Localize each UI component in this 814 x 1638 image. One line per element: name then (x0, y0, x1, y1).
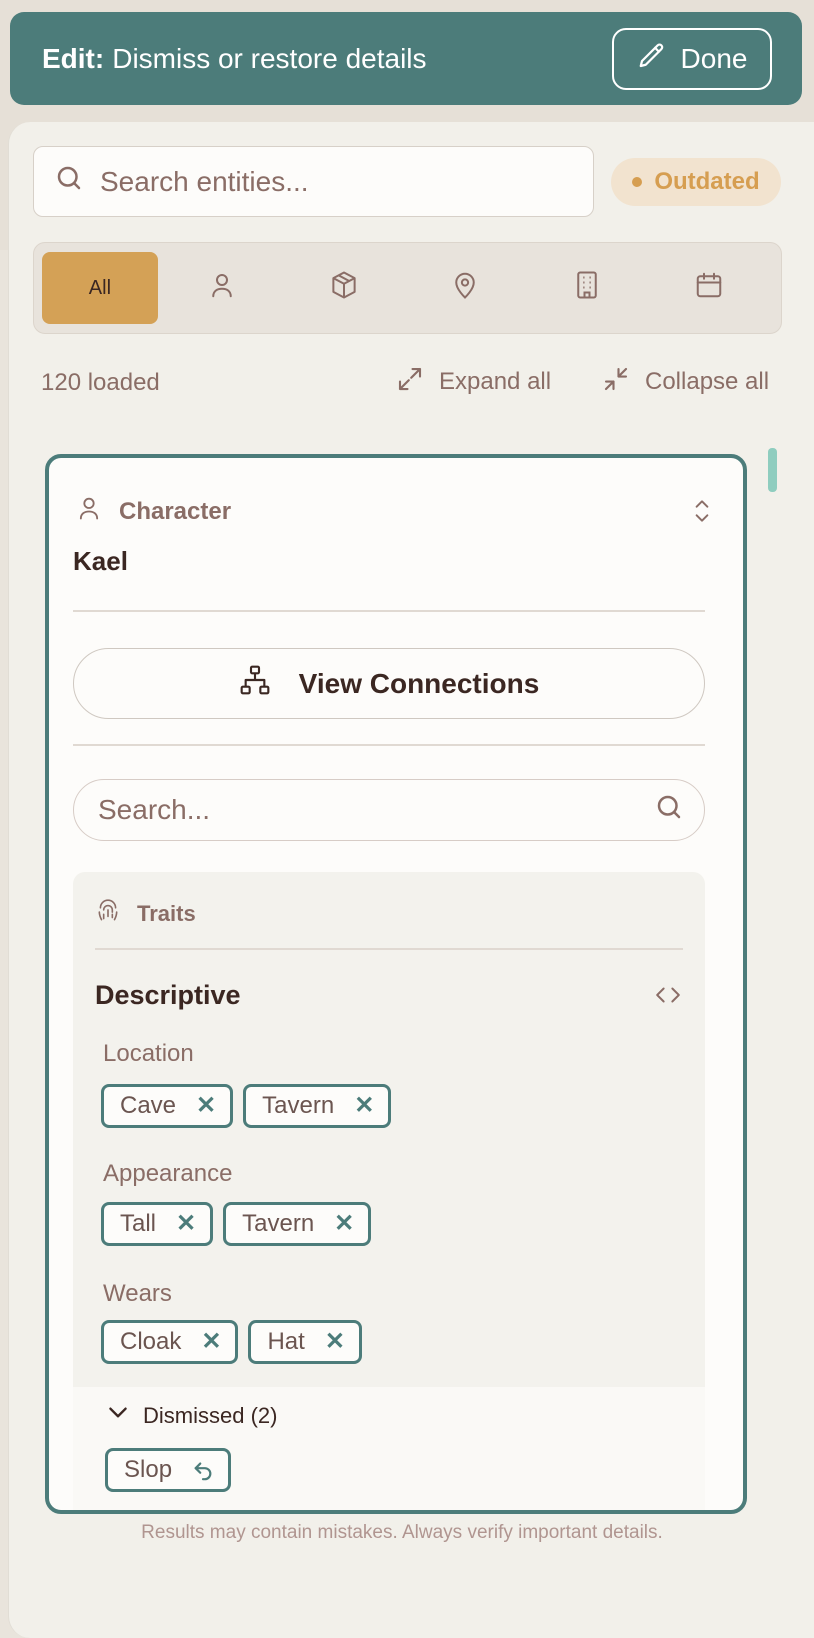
trait-chip: Tall ✕ (101, 1202, 214, 1246)
entity-type-label: Character (119, 497, 232, 525)
building-icon (572, 270, 602, 306)
dismiss-icon[interactable]: ✕ (196, 1094, 216, 1118)
status-dot (632, 177, 643, 187)
search-icon (654, 792, 684, 829)
filter-all-label: All (88, 276, 112, 299)
fingerprint-icon (95, 898, 121, 930)
edit-mode-bar: Edit: Dismiss or restore details Done (10, 12, 802, 105)
entity-type: Character (75, 494, 231, 529)
box-icon (329, 270, 359, 306)
search-placeholder: Search entities... (100, 165, 309, 197)
entity-name: Kael (73, 546, 128, 576)
traits-label: Traits (137, 901, 196, 926)
dismissed-trait-chip: Slop (105, 1448, 232, 1492)
dismissed-label: Dismissed (2) (143, 1403, 278, 1428)
expand-all-button[interactable]: Expand all (395, 360, 551, 404)
chips-wears: Cloak ✕ Hat ✕ (101, 1320, 362, 1364)
done-label: Done (680, 43, 748, 74)
expand-icon (395, 364, 425, 401)
status-badge-label: Outdated (654, 168, 760, 195)
filter-items[interactable] (286, 252, 402, 324)
chip-label: Tavern (242, 1210, 315, 1237)
dismiss-icon[interactable]: ✕ (176, 1212, 196, 1236)
group-label-location: Location (103, 1040, 194, 1067)
chip-label: Cloak (120, 1328, 182, 1355)
map-pin-icon (450, 270, 480, 306)
network-icon (239, 664, 271, 703)
search-icon (54, 163, 84, 200)
calendar-icon (694, 270, 724, 306)
group-label-appearance: Appearance (103, 1160, 233, 1187)
expand-all-label: Expand all (439, 368, 552, 395)
details-search-placeholder: Search... (98, 794, 211, 825)
chip-label: Tall (120, 1210, 157, 1237)
chevron-up-down-icon (689, 500, 715, 530)
entity-card: Character Kael View Connections Search..… (45, 454, 747, 1514)
collapse-all-button[interactable]: Collapse all (601, 360, 769, 404)
status-badge: Outdated (611, 158, 781, 206)
filter-organizations[interactable] (529, 252, 645, 324)
filter-locations[interactable] (407, 252, 523, 324)
scrollbar-thumb[interactable] (768, 448, 777, 492)
code-icon (655, 987, 681, 1010)
traits-section: Traits Descriptive Location Cave ✕ Taver… (73, 872, 705, 1510)
card-expand-toggle[interactable] (689, 496, 715, 531)
person-icon (75, 494, 103, 529)
trait-chip: Hat ✕ (248, 1320, 362, 1364)
trait-chip: Tavern ✕ (223, 1202, 372, 1246)
chips-appearance: Tall ✕ Tavern ✕ (101, 1202, 372, 1246)
disclaimer: Results may contain mistakes. Always ver… (141, 1522, 663, 1543)
dismiss-icon[interactable]: ✕ (334, 1212, 354, 1236)
divider (95, 948, 683, 950)
divider (73, 610, 705, 612)
done-button[interactable]: Done (612, 28, 772, 90)
chip-label: Slop (124, 1456, 173, 1483)
trait-chip: Tavern ✕ (243, 1084, 392, 1128)
dismissed-toggle[interactable]: Dismissed (2) (105, 1402, 277, 1430)
pencil-icon (637, 41, 667, 78)
collapse-all-label: Collapse all (645, 368, 770, 395)
section-title: Descriptive (95, 980, 241, 1010)
edit-description: Dismiss or restore details (112, 42, 427, 74)
dismiss-icon[interactable]: ✕ (325, 1330, 345, 1354)
trait-chip: Cave ✕ (101, 1084, 234, 1128)
divider (73, 744, 705, 746)
entity-search-input[interactable]: Search entities... (33, 146, 594, 217)
filter-characters[interactable] (164, 252, 280, 324)
group-label-wears: Wears (103, 1280, 172, 1307)
person-icon (207, 270, 237, 306)
chip-label: Hat (267, 1328, 305, 1355)
chevron-down-icon (105, 1402, 131, 1430)
restore-icon[interactable] (192, 1459, 214, 1481)
dismiss-icon[interactable]: ✕ (201, 1330, 221, 1354)
entities-panel: Search entities... Outdated All 120 load… (8, 122, 814, 1638)
collapse-icon (601, 364, 631, 401)
traits-header: Traits (95, 898, 196, 930)
dismiss-icon[interactable]: ✕ (354, 1094, 374, 1118)
filter-all[interactable]: All (42, 252, 158, 324)
view-connections-label: View Connections (298, 667, 540, 699)
list-toolbar: 120 loaded Expand all Collapse all (33, 354, 793, 414)
loaded-count: 120 loaded (41, 369, 160, 396)
dismissed-chips: Slop (105, 1448, 232, 1492)
chips-location: Cave ✕ Tavern ✕ (101, 1084, 392, 1128)
details-search-input[interactable]: Search... (73, 779, 705, 841)
filter-events[interactable] (651, 252, 767, 324)
view-connections-button[interactable]: View Connections (73, 648, 705, 719)
chip-label: Tavern (262, 1092, 335, 1119)
chip-label: Cave (120, 1092, 177, 1119)
entity-type-filter: All (33, 242, 782, 334)
section-code-toggle[interactable] (655, 984, 681, 1011)
edit-label: Edit: (42, 42, 105, 74)
trait-chip: Cloak ✕ (101, 1320, 239, 1364)
